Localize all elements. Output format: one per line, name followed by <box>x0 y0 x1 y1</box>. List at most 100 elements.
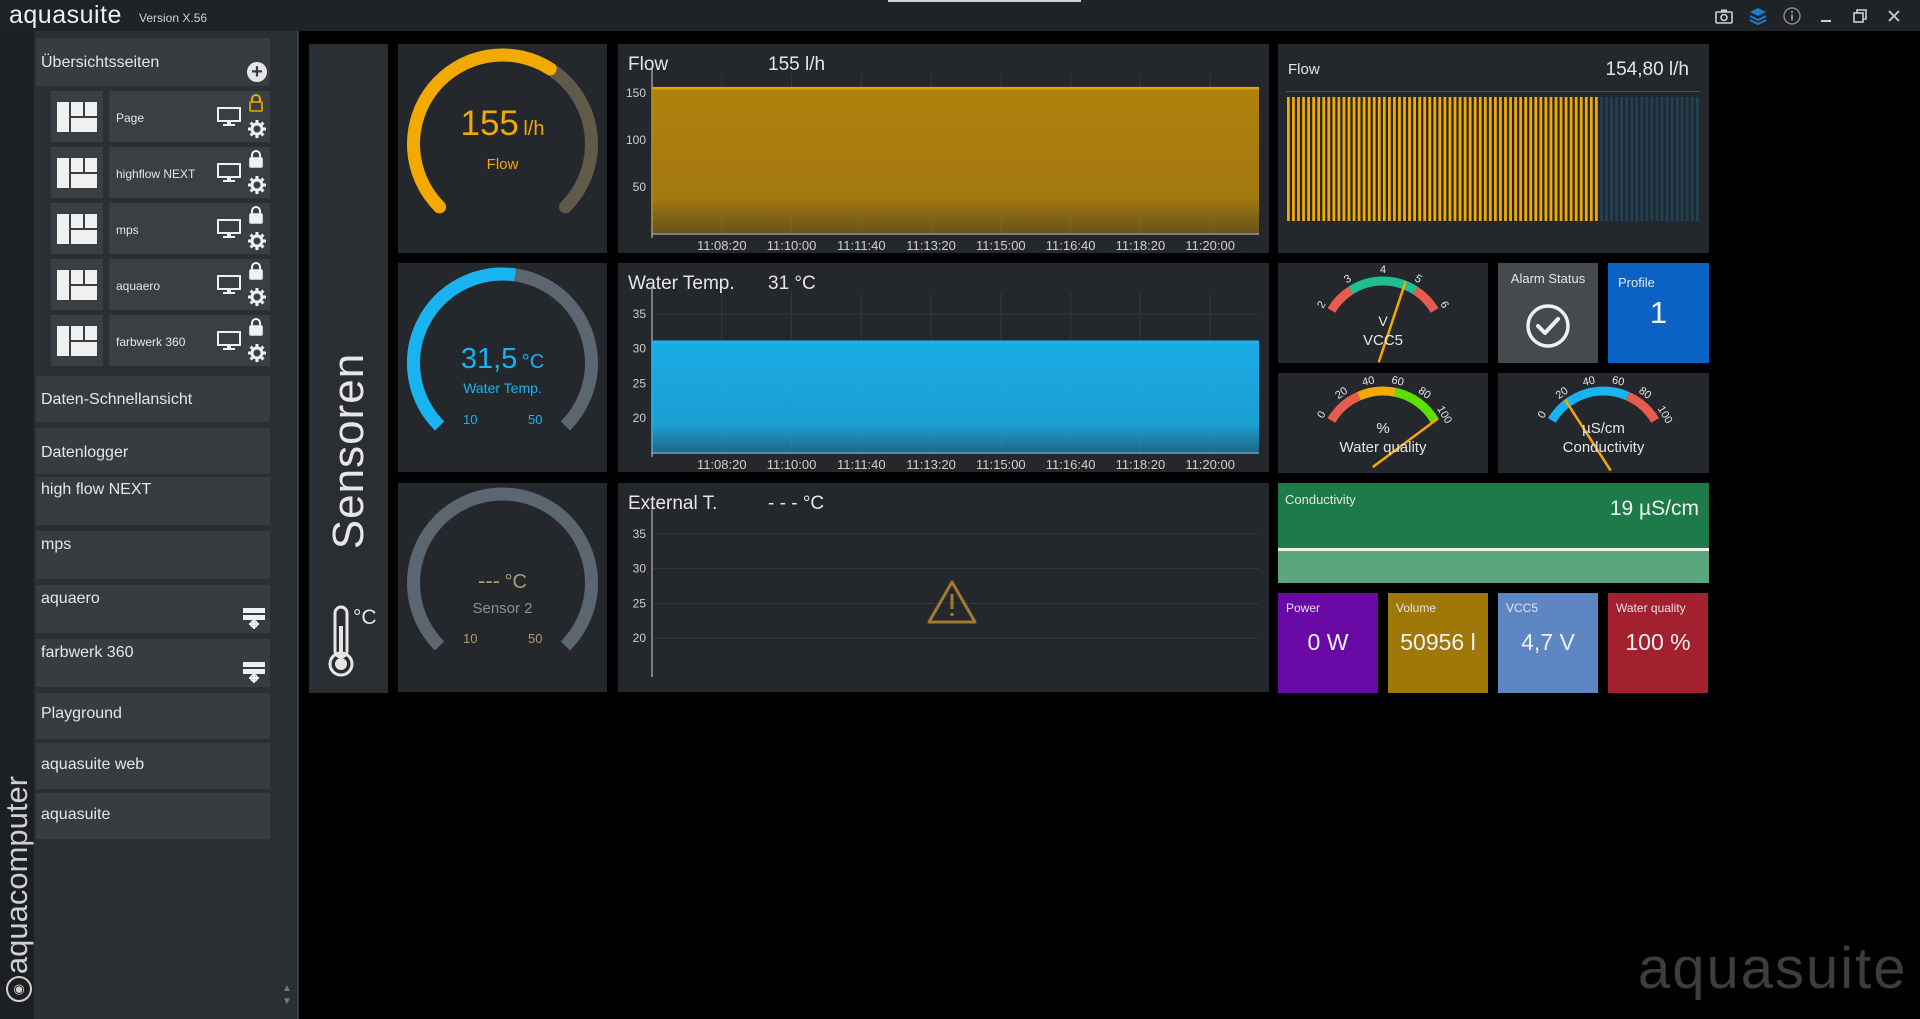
flow-chart-value: 155 l/h <box>768 54 826 75</box>
flow-bar-segment <box>1670 97 1674 221</box>
flow-bar-segment <box>1317 97 1321 221</box>
monitor-icon[interactable] <box>217 107 241 127</box>
page-layout-icon <box>51 147 103 198</box>
monitor-icon[interactable] <box>217 331 241 351</box>
lock-icon[interactable] <box>249 150 263 168</box>
camera-icon[interactable] <box>1712 5 1736 27</box>
chart-y-tick-label: 30 <box>633 562 647 576</box>
flow-bar-segment <box>1443 97 1447 221</box>
gear-icon[interactable] <box>248 344 266 362</box>
nav-device-farbwerk[interactable]: farbwerk 360 <box>36 639 270 687</box>
conductivity-trend-line <box>1278 548 1709 551</box>
flow-bar-segment <box>1382 97 1386 221</box>
flow-bar-segment <box>1584 97 1588 221</box>
nav-data-quickview[interactable]: Daten-Schnellansicht <box>36 376 270 422</box>
nav-device-aquaero[interactable]: aquaero <box>36 585 270 633</box>
lock-icon[interactable] <box>249 318 263 336</box>
nav-item-label: aquasuite <box>41 806 111 823</box>
flow-bar-panel: Flow 154,80 l/h <box>1278 44 1709 253</box>
nav-device-highflow[interactable]: high flow NEXT <box>36 477 270 525</box>
nav-datalogger[interactable]: Datenlogger <box>36 428 270 474</box>
flow-bar-segment <box>1292 97 1295 221</box>
dial-tick-label: 4 <box>1380 264 1386 276</box>
close-icon[interactable] <box>1882 5 1906 27</box>
flow-bar-segment <box>1690 97 1694 221</box>
sensor2-gauge-min: 10 <box>463 631 478 646</box>
flow-bar-segment <box>1514 97 1517 221</box>
flow-bar-segment <box>1468 97 1472 221</box>
dial-tick-label: 0 <box>1315 409 1328 420</box>
chart-y-tick-label: 20 <box>633 631 647 645</box>
brand-logo-text: aquacomputer <box>0 775 34 975</box>
power-tile[interactable]: Power 0 W <box>1278 593 1378 693</box>
dial-zone <box>1577 386 1630 401</box>
flow-bar-segment <box>1524 97 1528 221</box>
minimize-icon[interactable] <box>1814 5 1838 27</box>
flow-bar-segment <box>1610 97 1613 221</box>
page-item[interactable]: mps <box>51 203 270 254</box>
profile-panel[interactable]: Profile 1 <box>1608 263 1709 363</box>
nav-item-label: high flow NEXT <box>41 481 152 498</box>
alarm-status-panel[interactable]: Alarm Status <box>1498 263 1598 363</box>
gear-icon[interactable] <box>248 120 266 138</box>
nav-aquasuite[interactable]: aquasuite <box>36 793 270 839</box>
flow-bar-segment <box>1589 97 1593 221</box>
flow-bar-meter <box>1287 97 1699 221</box>
chart-x-tick-label: 11:13:20 <box>906 238 956 253</box>
overview-pages-header[interactable]: Übersichtsseiten + <box>36 38 270 86</box>
gear-icon[interactable] <box>248 232 266 250</box>
water-temp-gauge-unit: °C <box>521 351 545 373</box>
chart-x-tick-label: 11:11:40 <box>837 238 886 253</box>
conductivity-dial-unit: µS/cm <box>1582 420 1625 437</box>
lock-icon[interactable] <box>249 94 263 112</box>
sidebar-scroll-arrows[interactable]: ▲ ▼ <box>281 982 293 1008</box>
volume-tile[interactable]: Volume 50956 l <box>1388 593 1488 693</box>
page-item[interactable]: farbwerk 360 <box>51 315 270 366</box>
page-item[interactable]: aquaero <box>51 259 270 310</box>
sensor2-gauge-max: 50 <box>528 631 543 646</box>
dial-tick-label: 60 <box>1390 374 1404 388</box>
sensor-group-title: Sensoren <box>324 352 373 550</box>
chart-x-tick-label: 11:10:00 <box>767 238 817 253</box>
lock-icon[interactable] <box>249 206 263 224</box>
monitor-icon[interactable] <box>217 163 241 183</box>
flow-gauge-panel: 155 l/h Flow <box>398 44 607 253</box>
device-settings-icon[interactable] <box>242 607 266 629</box>
flow-bar-segment <box>1488 97 1492 221</box>
alarm-status-label: Alarm Status <box>1510 271 1586 286</box>
vcc5-tile[interactable]: VCC5 4,7 V <box>1498 593 1598 693</box>
info-icon[interactable] <box>1780 5 1804 27</box>
page-item[interactable]: Page <box>51 91 270 142</box>
flow-bar-segment <box>1499 97 1502 221</box>
flow-bar-segment <box>1579 97 1583 221</box>
page-item[interactable]: highflow NEXT <box>51 147 270 198</box>
monitor-icon[interactable] <box>217 275 241 295</box>
vcc5-tile-value: 4,7 V <box>1521 629 1575 655</box>
layers-icon[interactable] <box>1746 5 1770 27</box>
chart-x-tick-label: 11:15:00 <box>976 457 1026 472</box>
vcc5-tile-label: VCC5 <box>1506 601 1539 615</box>
flow-bar-segment <box>1367 97 1371 221</box>
gear-icon[interactable] <box>248 288 266 306</box>
flow-bar-segment <box>1433 97 1437 221</box>
flow-bar-segment <box>1625 97 1629 221</box>
flow-bar-segment <box>1332 97 1336 221</box>
water-temp-gauge-max: 50 <box>528 412 543 427</box>
gear-icon[interactable] <box>248 176 266 194</box>
water-quality-tile[interactable]: Water quality 100 % <box>1608 593 1708 693</box>
nav-item-label: Daten-Schnellansicht <box>41 391 193 408</box>
nav-aquasuite-web[interactable]: aquasuite web <box>36 743 270 789</box>
sensor-unit-label: °C <box>353 606 377 629</box>
flow-bar-segment <box>1615 97 1618 221</box>
restore-icon[interactable] <box>1848 5 1872 27</box>
monitor-icon[interactable] <box>217 219 241 239</box>
nav-device-mps[interactable]: mps <box>36 531 270 579</box>
device-settings-icon[interactable] <box>242 661 266 683</box>
lock-icon[interactable] <box>249 262 263 280</box>
flow-bar-label: Flow <box>1288 61 1320 78</box>
add-page-icon[interactable]: + <box>247 62 267 82</box>
flow-bar-segment <box>1342 97 1346 221</box>
nav-item-label: farbwerk 360 <box>41 644 134 661</box>
chart-y-tick-label: 35 <box>633 527 647 541</box>
nav-playground[interactable]: Playground <box>36 693 270 739</box>
